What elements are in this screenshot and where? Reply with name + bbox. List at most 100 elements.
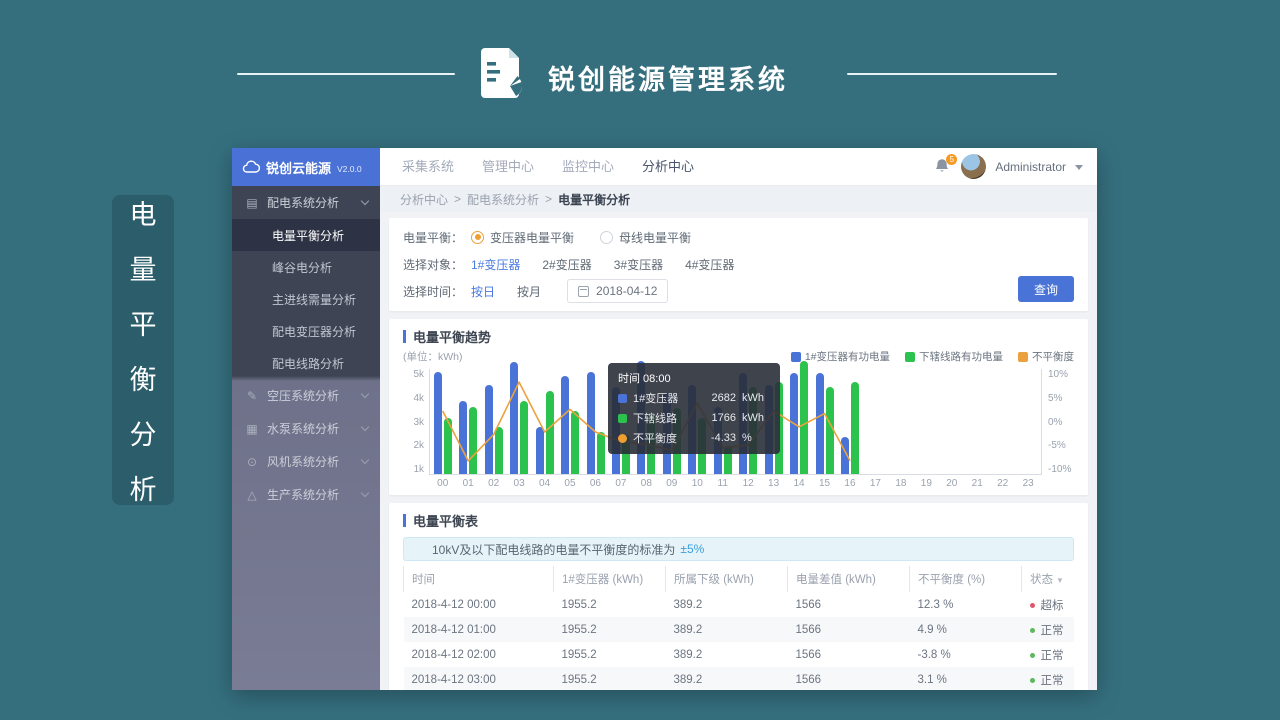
legend-marker [1018, 352, 1028, 362]
balance-filter-label: 电量平衡： [403, 229, 471, 246]
side-tab-char: 衡 [130, 358, 157, 397]
time-filter-label: 选择时间： [403, 283, 471, 300]
legend-label: 下辖线路有功电量 [919, 349, 1003, 364]
cell-status: 正常 [1022, 642, 1075, 667]
object-chips: 1#变压器 2#变压器 3#变压器 4#变压器 [471, 256, 756, 273]
sidebar-group-空压系统分析[interactable]: ✎空压系统分析 [232, 379, 380, 412]
object-filter-label: 选择对象： [403, 256, 471, 273]
legend-marker [791, 352, 801, 362]
object-chip-1#变压器[interactable]: 1#变压器 [471, 256, 520, 273]
slide-background: 锐创能源管理系统 电量平衡分析 锐创云能源 V2.0.0 ▤配电系统分析电量平衡… [0, 0, 1280, 720]
tooltip-marker [618, 434, 627, 443]
table-header-状态[interactable]: 状态▼ [1022, 566, 1075, 592]
tooltip-value: 2682 [712, 392, 736, 404]
top-nav-items: 采集系统管理中心监控中心分析中心 [388, 148, 708, 186]
x-tick: 18 [888, 478, 913, 489]
status-label: 超标 [1041, 600, 1064, 612]
legend-item-下辖线路有功电量[interactable]: 下辖线路有功电量 [905, 349, 1003, 364]
table-header-电量差值 (kWh): 电量差值 (kWh) [788, 566, 910, 592]
breadcrumb-separator: > [545, 192, 552, 206]
sidebar-item-配电变压器分析[interactable]: 配电变压器分析 [232, 315, 380, 347]
top-nav: 采集系统管理中心监控中心分析中心 5 Administrator [380, 148, 1097, 186]
user-name[interactable]: Administrator [995, 160, 1066, 174]
sidebar-group-label: 空压系统分析 [267, 387, 339, 404]
x-tick: 05 [557, 478, 582, 489]
x-tick: 19 [914, 478, 939, 489]
x-tick: 00 [430, 478, 455, 489]
tooltip-row: 下辖线路1766kWh [618, 410, 770, 426]
side-vertical-tab: 电量平衡分析 [112, 195, 174, 505]
tooltip-unit: kWh [742, 392, 770, 404]
breadcrumb-item[interactable]: 配电系统分析 [467, 191, 539, 208]
y-tick-right: 0% [1048, 417, 1074, 428]
chevron-down-icon [361, 423, 369, 431]
sidebar-group-水泵系统分析[interactable]: ▦水泵系统分析 [232, 412, 380, 445]
notice-value: ±5% [680, 542, 704, 556]
sidebar-group-配电系统分析[interactable]: ▤配电系统分析 [232, 186, 380, 219]
tooltip-value: -4.33 [711, 432, 736, 444]
side-tab-char: 分 [130, 413, 157, 452]
radio-label: 母线电量平衡 [619, 229, 691, 246]
table-row: 2018-4-12 02:001955.2389.21566-3.8 %正常 [404, 642, 1075, 667]
status-dot [1030, 603, 1035, 608]
sidebar-group-label: 配电系统分析 [267, 194, 339, 211]
balance-radio-group: 变压器电量平衡 母线电量平衡 [471, 229, 717, 246]
nav-item-采集系统[interactable]: 采集系统 [388, 148, 468, 186]
sidebar-group-风机系统分析[interactable]: ⊙风机系统分析 [232, 445, 380, 478]
nav-item-管理中心[interactable]: 管理中心 [468, 148, 548, 186]
user-avatar[interactable] [961, 154, 986, 179]
cell-transformer: 1955.2 [554, 592, 666, 617]
top-nav-right: 5 Administrator [934, 154, 1083, 179]
object-chip-4#变压器[interactable]: 4#变压器 [685, 256, 734, 273]
object-chip-2#变压器[interactable]: 2#变压器 [542, 256, 591, 273]
tooltip-value: 1766 [712, 412, 736, 424]
x-tick: 03 [506, 478, 531, 489]
nav-item-监控中心[interactable]: 监控中心 [548, 148, 628, 186]
chart-plot[interactable]: 时间 08:00 1#变压器2682kWh下辖线路1766kWh不平衡度-4.3… [429, 369, 1042, 475]
cell-time: 2018-4-12 02:00 [404, 642, 554, 667]
user-menu-caret-icon[interactable] [1075, 165, 1083, 174]
chart-tooltip: 时间 08:00 1#变压器2682kWh下辖线路1766kWh不平衡度-4.3… [608, 363, 780, 454]
cell-imbalance: 12.3 % [910, 592, 1022, 617]
x-tick: 12 [735, 478, 760, 489]
sidebar-item-电量平衡分析[interactable]: 电量平衡分析 [232, 219, 380, 251]
x-tick: 08 [634, 478, 659, 489]
side-tab-char: 量 [130, 248, 157, 287]
sidebar-logo[interactable]: 锐创云能源 V2.0.0 [232, 148, 380, 186]
page-title: 锐创能源管理系统 [548, 58, 788, 97]
legend-item-不平衡度[interactable]: 不平衡度 [1018, 349, 1074, 364]
y-tick-left: 3k [403, 417, 424, 428]
cell-下级: 389.2 [666, 617, 788, 642]
tooltip-title: 时间 08:00 [618, 370, 770, 386]
sort-icon[interactable]: ▼ [1056, 576, 1064, 585]
y-axis-right: 10%5%0%-5%-10% [1042, 369, 1074, 475]
title-accent-bar [403, 330, 406, 343]
sidebar-group-生产系统分析[interactable]: △生产系统分析 [232, 478, 380, 511]
calendar-icon [578, 286, 589, 297]
query-button[interactable]: 查询 [1018, 276, 1074, 302]
cell-transformer: 1955.2 [554, 667, 666, 690]
cell-imbalance: 4.9 % [910, 617, 1022, 642]
table-header-时间: 时间 [404, 566, 554, 592]
time-mode-按日[interactable]: 按日 [471, 283, 495, 300]
notifications-button[interactable]: 5 [934, 157, 952, 177]
tooltip-label: 不平衡度 [633, 430, 677, 446]
y-tick-right: -5% [1048, 440, 1074, 451]
time-mode-按月[interactable]: 按月 [517, 283, 541, 300]
sidebar-item-配电线路分析[interactable]: 配电线路分析 [232, 347, 380, 379]
radio-母线电量平衡[interactable]: 母线电量平衡 [600, 229, 691, 246]
breadcrumb-item[interactable]: 分析中心 [400, 191, 448, 208]
sidebar-item-主进线需量分析[interactable]: 主进线需量分析 [232, 283, 380, 315]
y-tick-left: 1k [403, 464, 424, 475]
date-picker[interactable]: 2018-04-12 [567, 279, 668, 303]
radio-变压器电量平衡[interactable]: 变压器电量平衡 [471, 229, 574, 246]
status-label: 正常 [1041, 625, 1064, 637]
nav-item-分析中心[interactable]: 分析中心 [628, 148, 708, 186]
x-tick: 17 [863, 478, 888, 489]
cell-diff: 1566 [788, 667, 910, 690]
chart-panel: 电量平衡趋势 (单位：kWh) 1#变压器有功电量下辖线路有功电量不平衡度 5k… [389, 319, 1088, 495]
sidebar-item-峰谷电分析[interactable]: 峰谷电分析 [232, 251, 380, 283]
sidebar-logo-text: 锐创云能源 [266, 158, 331, 177]
object-chip-3#变压器[interactable]: 3#变压器 [614, 256, 663, 273]
x-tick: 01 [455, 478, 480, 489]
